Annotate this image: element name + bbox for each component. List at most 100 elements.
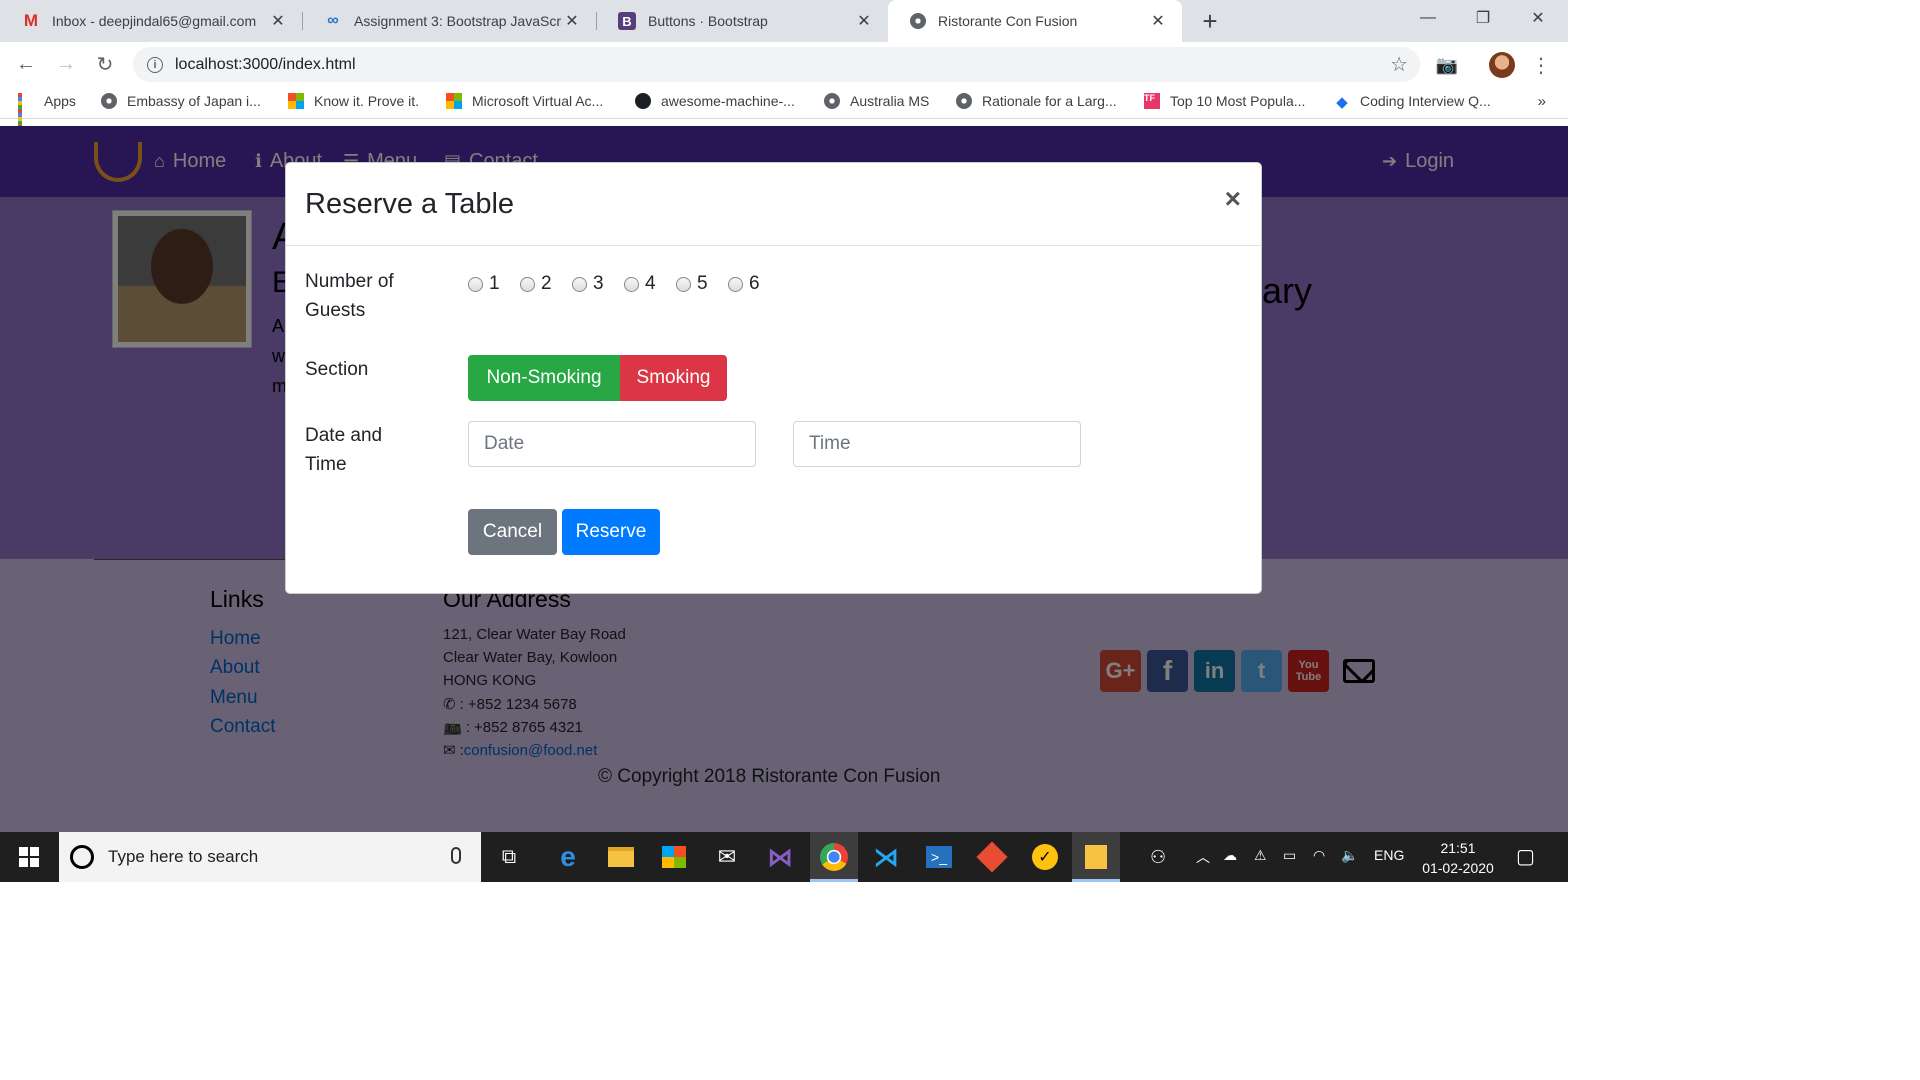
clock-time: 21:51 bbox=[1440, 840, 1476, 856]
wifi-icon[interactable]: ◠ bbox=[1313, 847, 1325, 864]
bookmark-apps[interactable]: Apps bbox=[18, 93, 76, 129]
more-bookmarks-button[interactable]: » bbox=[1538, 93, 1546, 110]
guest-radio-6[interactable]: 6 bbox=[728, 273, 760, 295]
microsoft-icon bbox=[288, 93, 304, 109]
time-input[interactable]: Time bbox=[793, 421, 1081, 467]
cancel-button[interactable]: Cancel bbox=[468, 509, 557, 555]
bookmark-label: Know it. Prove it. bbox=[314, 93, 420, 109]
bookmark-rationale[interactable]: Rationale for a Larg... bbox=[956, 93, 1117, 109]
guest-radio-4[interactable]: 4 bbox=[624, 273, 656, 295]
bookmark-label: Microsoft Virtual Ac... bbox=[472, 93, 604, 109]
vscode-icon[interactable]: ⋊ bbox=[869, 840, 903, 874]
people-icon[interactable]: ⚇ bbox=[1150, 847, 1166, 868]
microphone-icon[interactable] bbox=[451, 847, 461, 864]
site-info-icon[interactable]: i bbox=[147, 56, 163, 73]
bookmark-mva[interactable]: Microsoft Virtual Ac... bbox=[446, 93, 603, 109]
reload-button[interactable]: ↻ bbox=[91, 50, 119, 78]
guests-label: Number of Guests bbox=[305, 271, 394, 321]
store-icon[interactable] bbox=[657, 840, 691, 874]
bookmark-know-it[interactable]: Know it. Prove it. bbox=[288, 93, 419, 109]
close-window-button[interactable]: ✕ bbox=[1512, 0, 1564, 36]
bookmark-embassy[interactable]: Embassy of Japan i... bbox=[101, 93, 261, 109]
globe-icon bbox=[910, 13, 926, 29]
restore-button[interactable]: ❐ bbox=[1457, 0, 1509, 36]
file-explorer-icon[interactable] bbox=[604, 840, 638, 874]
bookmark-label: Apps bbox=[44, 93, 76, 109]
edge-icon[interactable]: e bbox=[551, 840, 585, 874]
tab-assignment[interactable]: ∞ Assignment 3: Bootstrap JavaScri ✕ bbox=[302, 0, 596, 42]
non-smoking-button[interactable]: Non-Smoking bbox=[468, 355, 620, 401]
show-hidden-icons[interactable]: ︿ bbox=[1196, 847, 1210, 867]
clock-date: 01-02-2020 bbox=[1422, 860, 1494, 876]
url-text: localhost:3000/index.html bbox=[175, 55, 356, 73]
menu-kebab-icon[interactable]: ⋮ bbox=[1526, 50, 1556, 80]
guest-radio-3[interactable]: 3 bbox=[572, 273, 604, 295]
bookmark-label: awesome-machine-... bbox=[661, 93, 795, 109]
powershell-icon[interactable]: >_ bbox=[922, 840, 956, 874]
volume-icon[interactable]: 🔈 bbox=[1341, 847, 1358, 864]
bookmark-awesome-ml[interactable]: awesome-machine-... bbox=[635, 93, 795, 109]
back-button[interactable]: ← bbox=[12, 50, 40, 78]
smoking-button[interactable]: Smoking bbox=[620, 355, 727, 401]
action-center-icon[interactable]: ▢ bbox=[1516, 844, 1535, 869]
bookmark-label: Embassy of Japan i... bbox=[127, 93, 261, 109]
language-indicator[interactable]: ENG bbox=[1374, 847, 1404, 863]
bookmark-top10[interactable]: TF Top 10 Most Popula... bbox=[1144, 93, 1305, 109]
close-tab-icon[interactable]: ✕ bbox=[562, 11, 582, 31]
camera-extension-icon[interactable]: 📷 bbox=[1432, 50, 1462, 80]
new-tab-button[interactable]: + bbox=[1196, 6, 1224, 37]
windows-start-icon[interactable] bbox=[19, 847, 39, 867]
chrome-icon[interactable] bbox=[810, 832, 858, 882]
bookmark-label: Top 10 Most Popula... bbox=[1170, 93, 1306, 109]
reserve-button[interactable]: Reserve bbox=[562, 509, 660, 555]
battery-icon[interactable]: ▭ bbox=[1283, 847, 1296, 864]
globe-icon bbox=[101, 93, 117, 109]
reserve-table-modal: Reserve a Table × Number of Guests 1 2 3… bbox=[285, 162, 1262, 594]
taskbar-clock[interactable]: 21:51 01-02-2020 bbox=[1418, 838, 1498, 878]
modal-title: Reserve a Table bbox=[305, 188, 515, 220]
guest-radio-2[interactable]: 2 bbox=[520, 273, 552, 295]
tab-bootstrap-buttons[interactable]: B Buttons · Bootstrap ✕ bbox=[596, 0, 888, 42]
task-view-icon[interactable]: ⧉ bbox=[492, 840, 526, 874]
tab-title: Buttons · Bootstrap bbox=[648, 13, 768, 29]
visual-studio-icon[interactable]: ⋈ bbox=[763, 840, 797, 874]
taskbar-search-box[interactable]: Type here to search bbox=[59, 832, 481, 882]
norton-icon[interactable]: ✓ bbox=[1028, 840, 1062, 874]
date-input[interactable]: Date bbox=[468, 421, 756, 467]
cortana-icon bbox=[70, 845, 94, 869]
close-tab-icon[interactable]: ✕ bbox=[1148, 11, 1168, 31]
close-icon[interactable]: × bbox=[1225, 185, 1241, 213]
globe-icon bbox=[824, 93, 840, 109]
app-icon[interactable] bbox=[1072, 832, 1120, 882]
forward-button[interactable]: → bbox=[52, 50, 80, 78]
tab-gmail[interactable]: M Inbox - deepjindal65@gmail.com ✕ bbox=[0, 0, 302, 42]
bookmark-label: Australia MS bbox=[850, 93, 930, 109]
git-icon[interactable] bbox=[975, 840, 1009, 874]
bookmark-australia-ms[interactable]: Australia MS bbox=[824, 93, 929, 109]
coursera-icon: ∞ bbox=[327, 12, 339, 29]
bookmark-coding-interview[interactable]: ◆ Coding Interview Q... bbox=[1334, 93, 1491, 111]
datetime-label: Date and Time bbox=[305, 425, 383, 475]
onedrive-icon[interactable]: ☁ bbox=[1223, 847, 1237, 864]
minimize-button[interactable]: — bbox=[1402, 0, 1454, 36]
windows-taskbar: Type here to search ⧉ e ✉ ⋈ ⋊ >_ ✓ ⚇ ︿ ☁… bbox=[0, 832, 1568, 882]
tf-icon: TF bbox=[1144, 93, 1160, 109]
profile-avatar[interactable] bbox=[1487, 50, 1517, 80]
section-label: Section bbox=[305, 359, 369, 380]
tab-ristorante[interactable]: Ristorante Con Fusion ✕ bbox=[888, 0, 1182, 42]
apps-grid-icon bbox=[18, 93, 34, 129]
guest-radio-5[interactable]: 5 bbox=[676, 273, 708, 295]
globe-icon bbox=[956, 93, 972, 109]
mail-icon[interactable]: ✉ bbox=[710, 840, 744, 874]
close-tab-icon[interactable]: ✕ bbox=[268, 11, 288, 31]
security-icon[interactable]: ⚠ bbox=[1254, 847, 1267, 864]
tab-title: Ristorante Con Fusion bbox=[938, 13, 1078, 29]
close-tab-icon[interactable]: ✕ bbox=[854, 11, 874, 31]
github-icon bbox=[635, 93, 651, 109]
address-bar[interactable]: i localhost:3000/index.html ☆ bbox=[133, 47, 1420, 82]
bookmark-star-icon[interactable]: ☆ bbox=[1390, 52, 1408, 77]
guest-radio-1[interactable]: 1 bbox=[468, 273, 500, 295]
coding-icon: ◆ bbox=[1336, 94, 1348, 111]
browser-tab-strip: M Inbox - deepjindal65@gmail.com ✕ ∞ Ass… bbox=[0, 0, 1568, 42]
bootstrap-icon: B bbox=[618, 12, 636, 30]
